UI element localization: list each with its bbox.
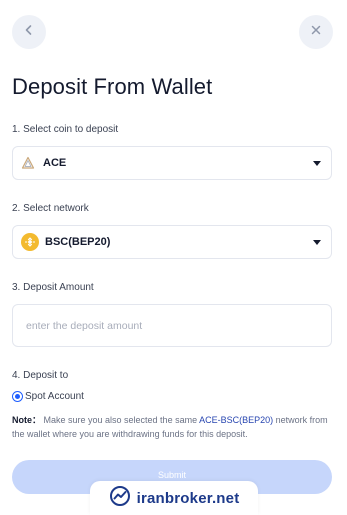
deposit-to-step-label: 4. Deposit to	[12, 370, 69, 381]
bnb-chain-icon	[21, 233, 39, 251]
watermark-text: iranbroker.net	[136, 489, 240, 507]
close-button[interactable]	[299, 15, 333, 49]
note-text-before: Make sure you also selected the same	[41, 415, 200, 425]
radio-selected-dot	[15, 394, 20, 399]
deposit-amount-input[interactable]	[12, 304, 332, 347]
top-bar	[0, 0, 347, 64]
coin-select-value: ACE	[43, 157, 67, 169]
coin-step-label: 1. Select coin to deposit	[12, 124, 119, 135]
back-button[interactable]	[12, 15, 46, 49]
note-title: Note：	[12, 415, 41, 425]
network-select[interactable]: BSC(BEP20)	[12, 225, 332, 259]
network-select-value: BSC(BEP20)	[45, 236, 111, 248]
trend-chart-icon	[109, 485, 131, 512]
page-title: Deposit From Wallet	[12, 74, 213, 99]
spot-account-option[interactable]: Spot Account	[12, 391, 84, 402]
caret-down-icon	[313, 160, 321, 166]
watermark: iranbroker.net	[90, 481, 258, 515]
spot-account-radio[interactable]	[12, 391, 23, 402]
note-network-pair: ACE-BSC(BEP20)	[199, 415, 274, 425]
chevron-left-icon	[23, 23, 35, 41]
network-step-label: 2. Select network	[12, 203, 89, 214]
spot-account-label: Spot Account	[25, 391, 84, 402]
caret-down-icon	[313, 239, 321, 245]
deposit-note: Note： Make sure you also selected the sa…	[12, 413, 332, 441]
ace-coin-icon	[21, 156, 35, 170]
close-icon	[310, 23, 322, 41]
amount-step-label: 3. Deposit Amount	[12, 282, 94, 293]
coin-select[interactable]: ACE	[12, 146, 332, 180]
